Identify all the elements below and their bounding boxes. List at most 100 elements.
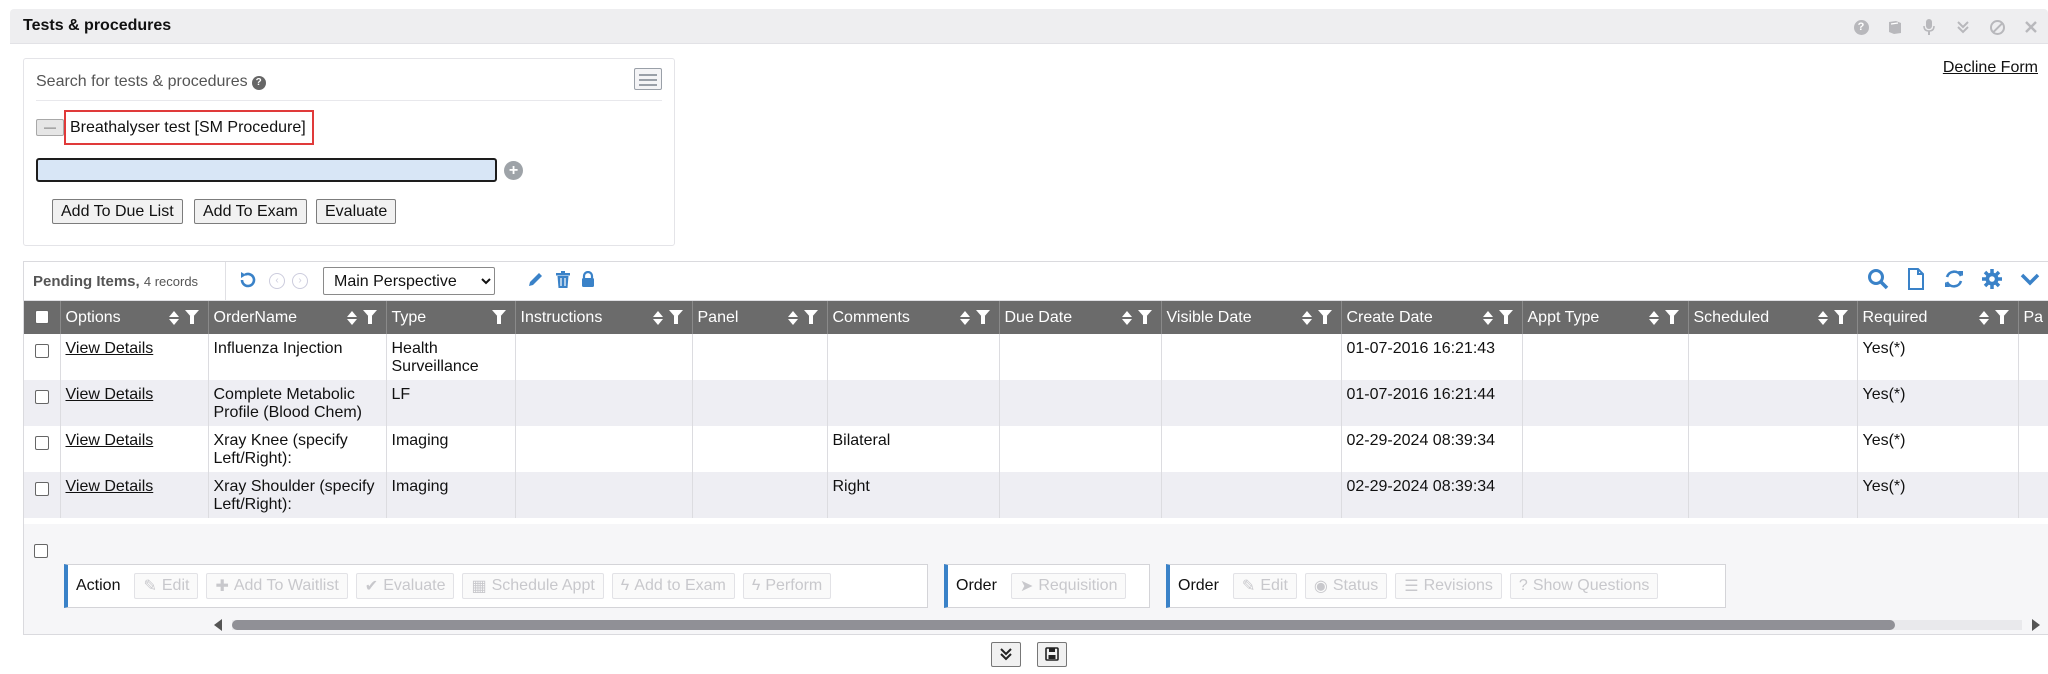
search-input[interactable] [36, 158, 497, 182]
view-details-link[interactable]: View Details [66, 432, 154, 449]
create-date-cell: 01-07-2016 16:21:44 [1341, 380, 1523, 426]
sort-icon[interactable] [1648, 310, 1659, 325]
panel-cell [692, 334, 828, 380]
filter-icon[interactable] [1994, 310, 2010, 325]
perspective-select[interactable]: Main Perspective [323, 267, 495, 295]
collapse-icon[interactable] [1946, 17, 1980, 37]
add-to-exam-button[interactable]: Add To Exam [194, 199, 307, 224]
sort-icon[interactable] [1817, 310, 1828, 325]
list-icon[interactable] [634, 68, 662, 90]
row-checkbox[interactable] [34, 390, 49, 404]
row-checkbox[interactable] [34, 344, 49, 358]
search-icon[interactable] [1866, 268, 1890, 294]
document-icon[interactable] [1904, 268, 1928, 294]
column-header-comments[interactable]: Comments [827, 301, 1000, 334]
help-icon[interactable]: ? [251, 76, 266, 90]
select-all-checkbox[interactable] [34, 310, 49, 325]
evaluate-button[interactable]: Evaluate [316, 199, 397, 224]
column-header-create-date[interactable]: Create Date [1341, 301, 1523, 334]
horizontal-scrollbar[interactable] [212, 617, 2042, 631]
filter-icon[interactable] [1317, 310, 1333, 325]
table-row[interactable]: View Details Influenza Injection Health … [24, 334, 2048, 380]
column-header-panel[interactable]: Panel [692, 301, 828, 334]
scroll-right-icon[interactable] [2032, 619, 2040, 631]
help-icon[interactable]: ? [1844, 17, 1878, 37]
search-panel: Search for tests & procedures? — Breatha… [23, 58, 675, 246]
block-icon[interactable] [1980, 17, 2014, 37]
pencil-icon[interactable] [527, 271, 544, 293]
row-checkbox[interactable] [34, 436, 49, 450]
sort-icon[interactable] [1978, 310, 1989, 325]
scheduled-cell [1688, 472, 1858, 518]
gear-icon[interactable] [1980, 268, 2004, 294]
table-row[interactable]: View Details Xray Shoulder (specify Left… [24, 472, 2048, 518]
add-to-due-list-button[interactable]: Add To Due List [52, 199, 183, 224]
trash-icon[interactable] [555, 271, 571, 294]
expand-button[interactable] [991, 642, 1021, 667]
decline-form-link[interactable]: Decline Form [1943, 59, 2038, 77]
column-header-ordername[interactable]: OrderName [208, 301, 387, 334]
record-count: 4 records [143, 274, 199, 289]
sort-icon[interactable] [652, 310, 663, 325]
view-details-link[interactable]: View Details [66, 386, 154, 403]
type-cell: Health Surveillance [386, 334, 516, 380]
filter-icon[interactable] [975, 310, 991, 325]
sort-icon[interactable] [1121, 310, 1132, 325]
column-header-label: Instructions [520, 308, 603, 326]
add-icon[interactable]: + [504, 161, 523, 180]
book-icon[interactable] [1878, 17, 1912, 37]
filter-icon[interactable] [1498, 310, 1514, 325]
filter-icon[interactable] [184, 310, 200, 325]
filter-icon[interactable] [803, 310, 819, 325]
chevron-down-icon[interactable] [2018, 268, 2042, 294]
filter-icon[interactable] [1137, 310, 1153, 325]
table-row[interactable]: View Details Xray Knee (specify Left/Rig… [24, 426, 2048, 472]
remove-item-button[interactable]: — [36, 119, 64, 136]
order-actions-group: Order ✎ Edit ◉ Status ☰ Revisions ? Show Que… [1166, 564, 1726, 608]
sort-icon[interactable] [346, 310, 357, 325]
microphone-icon[interactable] [1912, 17, 1946, 37]
footer-checkbox[interactable] [34, 544, 48, 558]
table-row[interactable]: View Details Complete Metabolic Profile … [24, 380, 2048, 426]
button-label: Evaluate [383, 577, 446, 594]
scroll-thumb[interactable] [232, 620, 1895, 630]
column-header-label: Due Date [1004, 308, 1073, 326]
column-header-visible-date[interactable]: Visible Date [1161, 301, 1342, 334]
column-header-appt-type[interactable]: Appt Type [1522, 301, 1689, 334]
column-header-scheduled[interactable]: Scheduled [1688, 301, 1858, 334]
list-icon: ☰ [1404, 578, 1419, 595]
view-details-link[interactable]: View Details [66, 340, 154, 357]
filter-icon[interactable] [491, 310, 507, 325]
due-date-cell [999, 426, 1162, 472]
filter-icon[interactable] [1664, 310, 1680, 325]
column-header-type[interactable]: Type [386, 301, 516, 334]
row-checkbox[interactable] [34, 482, 49, 496]
lock-icon[interactable] [581, 270, 595, 293]
filter-icon[interactable] [362, 310, 378, 325]
question-icon: ? [1518, 577, 1528, 594]
required-cell: Yes(*) [1857, 426, 2019, 472]
filter-icon[interactable] [668, 310, 684, 325]
scroll-left-icon[interactable] [214, 619, 222, 631]
undo-icon[interactable] [238, 270, 258, 296]
sort-icon[interactable] [787, 310, 798, 325]
sort-icon[interactable] [1301, 310, 1312, 325]
column-header-required[interactable]: Required [1857, 301, 2019, 334]
options-cell: View Details [60, 426, 209, 472]
filter-icon[interactable] [1833, 310, 1849, 325]
eye-icon: ◉ [1313, 578, 1328, 595]
column-header-options[interactable]: Options [60, 301, 209, 334]
sort-icon[interactable] [168, 310, 179, 325]
close-icon[interactable] [2014, 17, 2048, 37]
scheduled-cell [1688, 334, 1858, 380]
column-header-instructions[interactable]: Instructions [515, 301, 693, 334]
add-to-exam-action-button: ϟ Add to Exam [611, 573, 735, 599]
save-button[interactable] [1037, 642, 1067, 667]
sort-icon[interactable] [959, 310, 970, 325]
refresh-icon[interactable] [1942, 268, 1966, 294]
column-header-pa[interactable]: Pa [2018, 301, 2048, 334]
view-details-link[interactable]: View Details [66, 478, 154, 495]
column-header-due-date[interactable]: Due Date [999, 301, 1162, 334]
sort-icon[interactable] [1482, 310, 1493, 325]
calendar-icon: ▦ [471, 578, 487, 595]
